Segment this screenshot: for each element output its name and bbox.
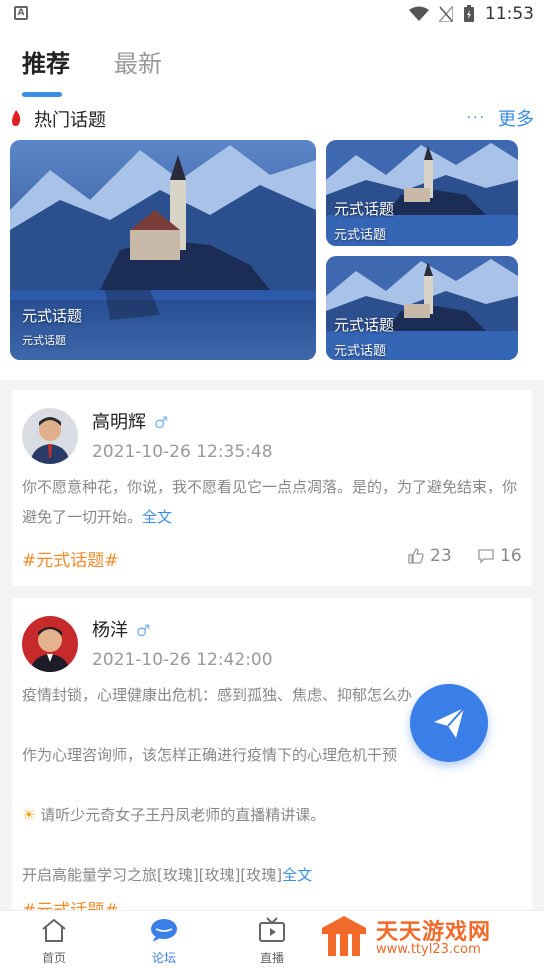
male-icon: ♂	[136, 621, 151, 640]
topic-tag[interactable]: #元式话题#	[22, 546, 119, 571]
flame-icon	[12, 110, 21, 126]
tab-recommend-label: 推荐	[22, 50, 70, 78]
send-icon	[434, 707, 465, 738]
nav-forum[interactable]: 论坛	[134, 917, 194, 966]
thumbs-up-icon	[408, 548, 424, 564]
sun-icon: ☀	[22, 806, 36, 824]
battery-icon	[464, 5, 474, 22]
topic-tag[interactable]: #元式话题#	[22, 896, 119, 910]
hot-topics-header: 热门话题 ··· 更多	[10, 104, 534, 132]
post-content: 你不愿意种花，你说，我不愿看见它一点点凋落。是的，为了避免结束，你避免了一切开始…	[22, 472, 518, 532]
hot-topics-title: 热门话题	[34, 110, 106, 131]
hot-card-title: 元式话题	[22, 307, 83, 325]
post-text: 你不愿意种花，你说，我不愿看见它一点点凋落。是的，为了避免结束，你避免了一切开始…	[22, 478, 518, 526]
comment-button[interactable]: 16	[478, 546, 522, 566]
post-card[interactable]: 高明辉 ♂ 2021-10-26 12:35:48 你不愿意种花，你说，我不愿看见…	[12, 390, 532, 586]
post-author[interactable]: 杨洋 ♂	[92, 616, 150, 642]
watermark: 天天游戏网 www.ttyl23.com	[320, 912, 520, 962]
post-line: 请听少元奇女子王丹凤老师的直播精讲课。	[40, 806, 326, 824]
hot-card-subtitle: 元式话题	[22, 334, 66, 347]
nav-forum-label: 论坛	[151, 951, 176, 965]
nav-live[interactable]: 直播	[242, 917, 302, 966]
avatar-image	[22, 616, 78, 672]
nav-home[interactable]: 首页	[24, 917, 84, 966]
lake-castle-image	[10, 140, 316, 360]
watermark-logo	[322, 916, 366, 956]
tab-latest-label: 最新	[114, 50, 162, 78]
post-line-with-icon: ☀ 请听少元奇女子王丹凤老师的直播精讲课。	[22, 800, 518, 830]
tv-icon	[259, 917, 285, 942]
top-section: 推荐 最新 热门话题 ··· 更多 元式话题 元式话题 元式话题 元式话题 元式…	[0, 30, 544, 380]
nav-home-label: 首页	[41, 951, 66, 965]
comment-count: 16	[500, 546, 522, 566]
clock: 11:53	[485, 4, 534, 24]
more-link[interactable]: ··· 更多	[467, 105, 534, 131]
tab-bar: 推荐 最新	[22, 44, 162, 97]
watermark-url: www.ttyl23.com	[376, 942, 481, 957]
like-count: 23	[430, 546, 452, 566]
avatar-image	[22, 408, 78, 464]
male-icon: ♂	[154, 413, 169, 432]
full-text-link[interactable]: 全文	[142, 508, 172, 526]
post-author[interactable]: 高明辉 ♂	[92, 408, 168, 434]
more-label: 更多	[498, 109, 534, 130]
tab-latest[interactable]: 最新	[114, 44, 162, 90]
compose-button[interactable]	[410, 684, 488, 762]
post-author-name: 高明辉	[92, 412, 146, 433]
post-author-name: 杨洋	[92, 620, 128, 641]
tab-recommend[interactable]: 推荐	[22, 44, 70, 97]
avatar[interactable]	[22, 408, 78, 464]
hot-topic-card-small[interactable]: 元式话题 元式话题	[326, 140, 518, 246]
post-line-with-link: 开启高能量学习之旅[玫瑰][玫瑰][玫瑰]全文	[22, 860, 518, 890]
status-icons: 11:53	[409, 4, 534, 24]
hot-card-title: 元式话题	[334, 316, 395, 334]
hot-topic-card-small[interactable]: 元式话题 元式话题	[326, 256, 518, 360]
no-signal-icon	[439, 6, 453, 22]
post-line: 开启高能量学习之旅[玫瑰][玫瑰][玫瑰]	[22, 866, 283, 884]
status-bar: A 11:53	[0, 0, 544, 30]
notification-icon: A	[14, 6, 28, 20]
chat-bubble-icon	[151, 919, 177, 942]
comment-icon	[478, 549, 494, 564]
more-dots-icon: ···	[466, 110, 486, 126]
hot-card-subtitle: 元式话题	[334, 228, 387, 243]
post-time: 2021-10-26 12:42:00	[92, 650, 273, 670]
hot-topic-card-large[interactable]: 元式话题 元式话题	[10, 140, 316, 360]
full-text-link[interactable]: 全文	[282, 866, 312, 884]
hot-card-title: 元式话题	[334, 200, 395, 218]
post-time: 2021-10-26 12:35:48	[92, 442, 273, 462]
avatar[interactable]	[22, 616, 78, 672]
home-icon	[42, 918, 66, 942]
hot-card-subtitle: 元式话题	[334, 344, 387, 359]
like-button[interactable]: 23	[408, 546, 452, 566]
nav-live-label: 直播	[259, 951, 284, 965]
wifi-icon	[409, 6, 429, 21]
tab-underline	[22, 92, 62, 97]
